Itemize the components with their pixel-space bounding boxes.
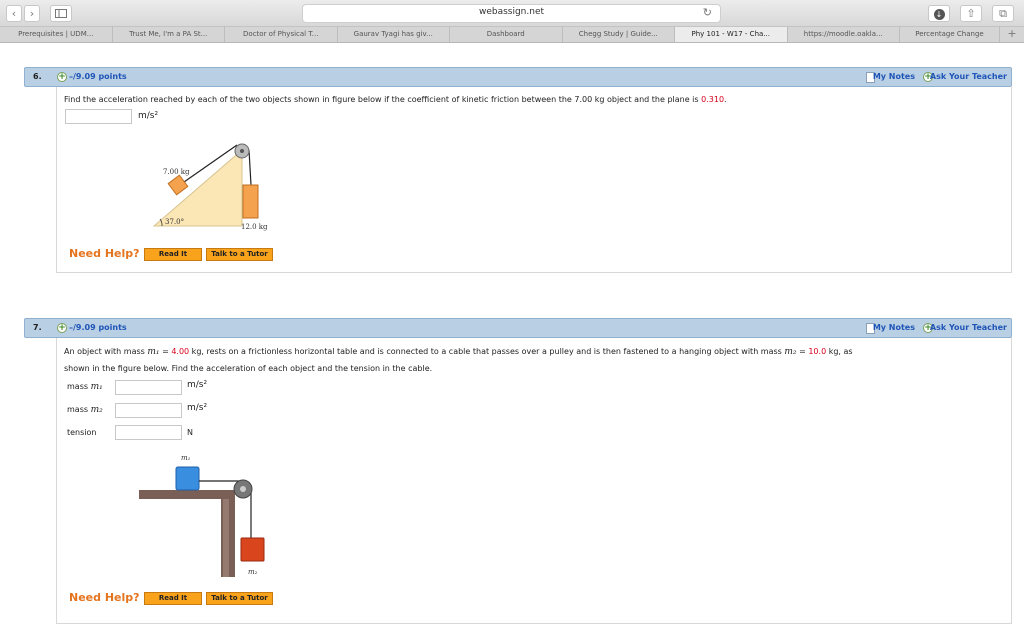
prompt-text: Find the acceleration reached by each of…	[64, 95, 702, 104]
share-icon: ⇧	[966, 7, 976, 20]
expand-plus-icon[interactable]: +	[57, 323, 67, 333]
mass1-label: 7.00 kg	[163, 168, 190, 176]
table-leg-shade	[223, 499, 229, 577]
tab-2[interactable]: Doctor of Physical T...	[225, 27, 338, 42]
address-bar[interactable]: webassign.net ↻	[302, 4, 721, 23]
tab-3[interactable]: Gaurav Tyagi has giv...	[338, 27, 450, 42]
text-part: =	[796, 347, 809, 356]
text-part: kg, rests on a frictionless horizontal t…	[189, 347, 785, 356]
friction-value: 0.310	[701, 95, 725, 104]
url-text: webassign.net	[478, 7, 545, 17]
row-label-m2: mass m₂	[67, 405, 103, 415]
question-7-header: 7. + –/9.09 points My Notes + Ask Your T…	[24, 318, 1012, 338]
mass2-label: 12.0 kg	[241, 223, 268, 231]
row-label-m1: mass m₁	[67, 382, 103, 392]
question-points: –/9.09 points	[69, 323, 127, 332]
downloads-button[interactable]: ↓	[928, 5, 950, 22]
table-top	[139, 490, 235, 499]
talk-to-tutor-button[interactable]: Talk to a Tutor	[206, 592, 273, 605]
need-help-label: Need Help?	[69, 247, 140, 260]
tabs-overview-button[interactable]: ⧉	[992, 5, 1014, 22]
question-7-line-1: An object with mass m₁ = 4.00 kg, rests …	[64, 347, 853, 357]
need-help-label: Need Help?	[69, 591, 140, 604]
share-button[interactable]: ⇧	[960, 5, 982, 22]
block-m2	[240, 537, 265, 562]
my-notes-link[interactable]: My Notes	[873, 72, 915, 81]
pulley-axle	[240, 486, 246, 492]
my-notes-link[interactable]: My Notes	[873, 323, 915, 332]
m2-figure-label: m₂	[248, 568, 258, 576]
m1-symbol: m₁	[147, 347, 160, 357]
back-button[interactable]: ‹	[6, 5, 22, 22]
download-icon: ↓	[933, 9, 945, 20]
pulley-axle	[240, 149, 244, 153]
table-pulley-figure: m₁ m₂	[139, 454, 265, 577]
m1-value: 4.00	[171, 347, 190, 356]
label-symbol: m₂	[90, 405, 103, 415]
expand-plus-icon[interactable]: +	[57, 72, 67, 82]
row-label-tension: tension	[67, 428, 96, 438]
new-tab-button[interactable]: +	[1000, 27, 1024, 42]
block-7kg	[167, 174, 189, 196]
tab-4[interactable]: Dashboard	[450, 27, 563, 42]
tab-6[interactable]: Phy 101 - W17 - Cha...	[675, 27, 788, 42]
tab-bar: Prerequisites | UDM... Trust Me, I'm a P…	[0, 27, 1024, 43]
m2-value: 10.0	[808, 347, 827, 356]
ask-teacher-link[interactable]: Ask Your Teacher	[930, 72, 1007, 81]
question-number: 7.	[33, 323, 42, 332]
accel-m1-input[interactable]	[115, 380, 182, 395]
tension-input[interactable]	[115, 425, 182, 440]
tab-0[interactable]: Prerequisites | UDM...	[0, 27, 113, 42]
angle-label: 37.0°	[165, 218, 184, 226]
browser-toolbar: ‹ › ≡ webassign.net ↻ ↓ ⇧ ⧉	[0, 0, 1024, 27]
ask-teacher-link[interactable]: Ask Your Teacher	[930, 323, 1007, 332]
forward-button[interactable]: ›	[24, 5, 40, 22]
label-symbol: m₁	[90, 382, 103, 392]
text-part: An object with mass	[64, 347, 148, 356]
label-text: mass	[67, 382, 91, 391]
cable-hanging	[248, 149, 252, 186]
text-part: =	[159, 347, 172, 356]
row-unit-m2: m/s²	[187, 403, 208, 413]
incline-plane	[152, 148, 243, 227]
talk-to-tutor-button[interactable]: Talk to a Tutor	[206, 248, 273, 261]
accel-m2-input[interactable]	[115, 403, 182, 418]
label-text: mass	[67, 405, 91, 414]
m2-symbol: m₂	[784, 347, 797, 357]
row-unit-tension: N	[187, 428, 193, 437]
block-12kg	[242, 184, 259, 219]
read-it-button[interactable]: Read It	[144, 248, 202, 261]
m1-figure-label: m₁	[181, 454, 191, 462]
label-text: tension	[67, 428, 97, 437]
question-points: –/9.09 points	[69, 72, 127, 81]
sidebar-icon	[55, 9, 67, 18]
read-it-button[interactable]: Read It	[144, 592, 202, 605]
tab-1[interactable]: Trust Me, I'm a PA St...	[113, 27, 225, 42]
block-m1	[175, 466, 200, 491]
reload-icon[interactable]: ↻	[703, 6, 712, 19]
tab-5[interactable]: Chegg Study | Guide...	[563, 27, 675, 42]
tab-8[interactable]: Percentage Change	[900, 27, 1000, 42]
question-6-header: 6. + –/9.09 points My Notes + Ask Your T…	[24, 67, 1012, 87]
question-6-prompt: Find the acceleration reached by each of…	[64, 95, 727, 104]
q6-unit: m/s²	[138, 111, 159, 121]
question-7-line-2: shown in the figure below. Find the acce…	[64, 364, 433, 373]
prompt-end: .	[724, 95, 727, 104]
row-unit-m1: m/s²	[187, 380, 208, 390]
incline-figure: 37.0° 7.00 kg 12.0 kg	[152, 143, 268, 231]
sidebar-button[interactable]	[50, 5, 72, 22]
text-part: kg, as	[826, 347, 853, 356]
question-number: 6.	[33, 72, 42, 81]
q6-answer-input[interactable]	[65, 109, 132, 124]
tabs-icon: ⧉	[999, 7, 1007, 20]
tab-7[interactable]: https://moodle.oakla...	[788, 27, 900, 42]
